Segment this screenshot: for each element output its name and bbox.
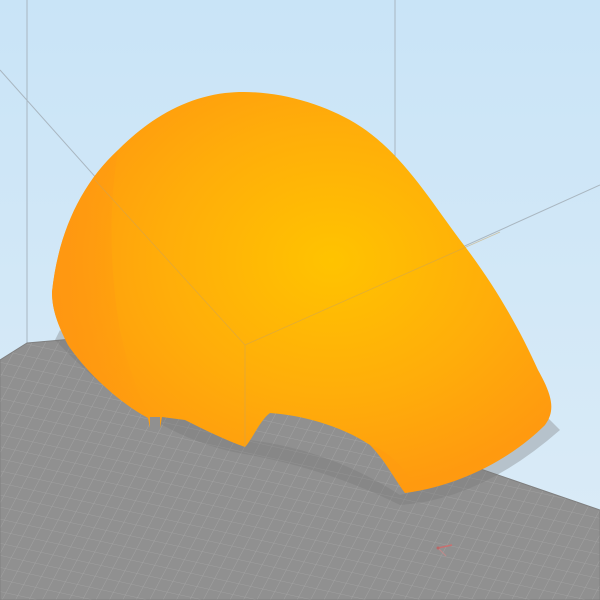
scene[interactable] [0, 0, 600, 600]
3d-viewport[interactable] [0, 0, 600, 600]
model-notch [150, 417, 160, 428]
